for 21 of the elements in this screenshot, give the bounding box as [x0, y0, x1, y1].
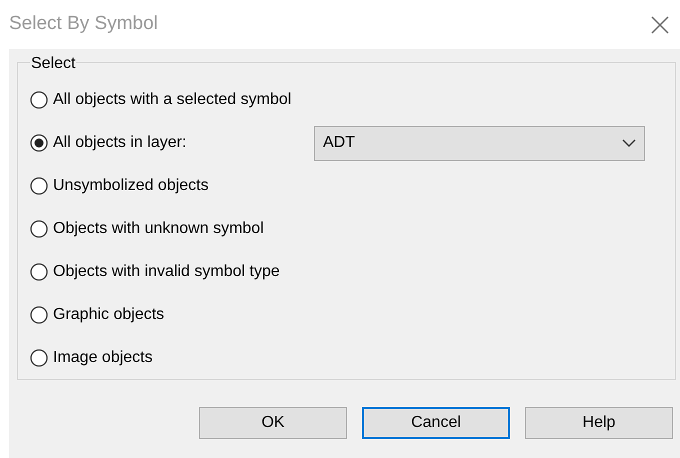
chevron-down-icon: [622, 139, 636, 148]
radio-button[interactable]: [30, 134, 48, 152]
radio-option[interactable]: All objects with a selected symbol: [30, 88, 314, 112]
radio-button[interactable]: [30, 91, 48, 110]
layer-dropdown[interactable]: ADT: [314, 126, 645, 161]
radio-option[interactable]: Image objects: [30, 346, 314, 370]
radio-option[interactable]: Objects with invalid symbol type: [30, 260, 314, 284]
dialog-button[interactable]: OK: [199, 407, 347, 439]
radio-button[interactable]: [30, 220, 48, 238]
radio-button[interactable]: [30, 177, 48, 196]
radio-option[interactable]: All objects in layer:: [30, 131, 314, 156]
radio-button[interactable]: [30, 306, 48, 324]
dialog-button[interactable]: Help: [525, 407, 673, 439]
window-title: Select By Symbol: [9, 12, 158, 36]
close-icon[interactable]: [650, 14, 670, 34]
radio-button[interactable]: [30, 348, 48, 367]
dialog-button[interactable]: Cancel: [362, 407, 510, 439]
radio-option[interactable]: Unsymbolized objects: [30, 174, 314, 198]
radio-button[interactable]: [30, 262, 48, 281]
radio-option[interactable]: Objects with unknown symbol: [30, 217, 314, 241]
radio-option[interactable]: Graphic objects: [30, 302, 314, 327]
